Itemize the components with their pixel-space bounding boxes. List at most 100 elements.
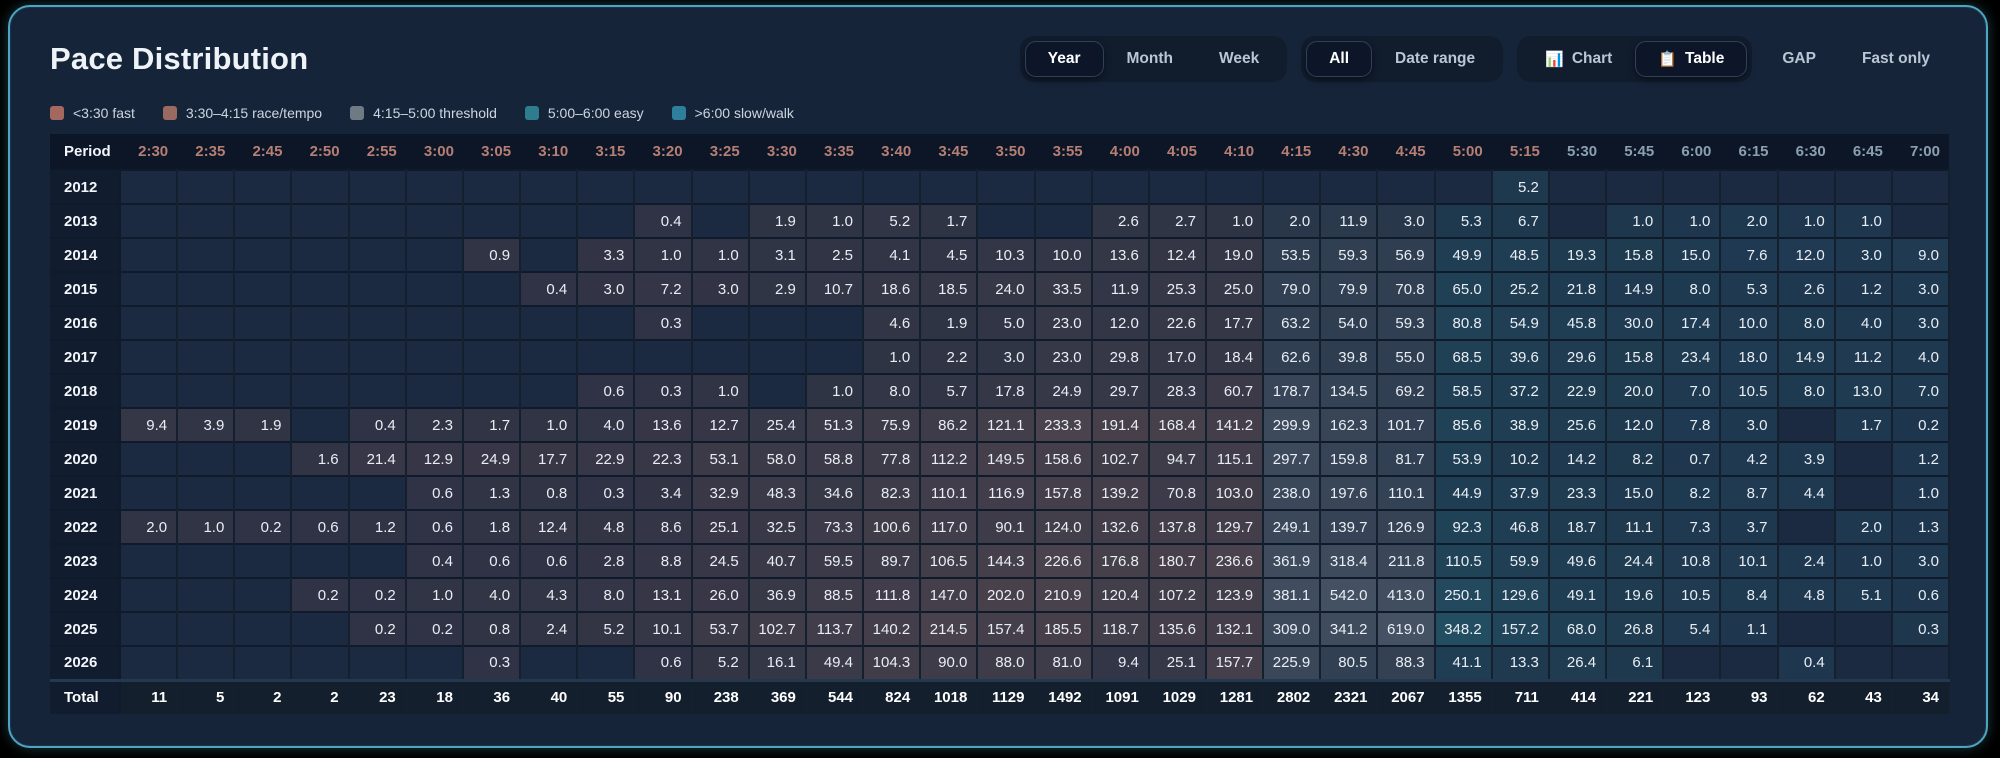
pace-cell: 11.1: [1606, 509, 1665, 544]
pace-cell: [691, 305, 750, 340]
pace-cell: 159.8: [1320, 441, 1379, 476]
pace-cell: [1891, 169, 1951, 204]
period-option-week[interactable]: Week: [1196, 41, 1282, 77]
view-option-chart[interactable]: 📊 Chart: [1522, 41, 1635, 77]
fast-only-button[interactable]: Fast only: [1846, 41, 1946, 77]
pace-cell: 202.0: [977, 577, 1036, 612]
range-option-label: All: [1329, 50, 1350, 68]
pace-cell: [462, 169, 522, 204]
pace-cell: [1148, 169, 1207, 204]
pace-cell: 49.9: [1434, 237, 1493, 272]
pace-cell: 2.3: [405, 407, 464, 442]
pace-cell: [177, 237, 236, 272]
legend-swatch-slow: [671, 106, 686, 120]
pace-cell: 1.0: [805, 203, 865, 238]
pace-cell: 41.1: [1434, 645, 1493, 680]
pace-cell: 15.8: [1606, 339, 1665, 374]
range-option-date-range[interactable]: Date range: [1372, 41, 1498, 77]
pace-cell: 81.7: [1377, 441, 1436, 476]
pace-cell: [234, 169, 293, 204]
pace-cell: [177, 577, 236, 612]
pace-cell: [1834, 611, 1893, 646]
pace-cell: 8.2: [1606, 441, 1665, 476]
pace-cell: 3.0: [1377, 203, 1436, 238]
pace-cell: 157.4: [977, 611, 1036, 646]
pace-cell: 134.5: [1320, 373, 1379, 408]
pace-cell: 5.1: [1834, 577, 1893, 612]
period-option-month[interactable]: Month: [1104, 41, 1196, 77]
pace-cell: 75.9: [863, 407, 922, 442]
pace-cell: 226.6: [1034, 543, 1093, 578]
pace-cell: [863, 169, 922, 204]
pace-cell: [120, 373, 179, 408]
pace-cell: 2: [291, 678, 350, 714]
col-header-3:40: 3:40: [863, 134, 921, 170]
pace-cell: 2.4: [1777, 543, 1836, 578]
pace-cell: 101.7: [1377, 407, 1436, 442]
pace-cell: 17.8: [977, 373, 1036, 408]
pace-cell: 17.0: [1148, 339, 1207, 374]
pace-cell: 7.6: [1720, 237, 1779, 272]
pace-cell: [234, 543, 293, 578]
pace-cell: 17.7: [520, 441, 579, 476]
pace-cell: [234, 271, 293, 306]
pace-cell: 1.9: [234, 407, 293, 442]
pace-cell: 8.4: [1720, 577, 1779, 612]
pace-cell: 90: [634, 678, 693, 714]
view-option-table[interactable]: 📋 Table: [1635, 41, 1748, 77]
pace-cell: [1777, 509, 1836, 544]
table-row-2025: 2025 0.2 0.2 0.8 2.4 5.2 10.1 53.7 102.7 113.7 140…: [50, 611, 1951, 646]
pace-cell: 26.0: [691, 577, 750, 612]
pace-cell: 132.1: [1205, 611, 1265, 646]
pace-cell: 116.9: [977, 475, 1036, 510]
pace-cell: 2.9: [748, 271, 807, 306]
pace-cell: 4.8: [1777, 577, 1836, 612]
col-header-4:30: 4:30: [1320, 134, 1378, 170]
pace-cell: 86.2: [920, 407, 979, 442]
pace-cell: [120, 645, 179, 680]
pace-cell: 24.5: [691, 543, 750, 578]
table-header-row: Period 2:30 2:35 2:45 2:50 2:55 3:00 3:05 3:10 3:…: [50, 134, 1949, 170]
range-option-all[interactable]: All: [1306, 41, 1373, 77]
pace-cell: [177, 373, 236, 408]
pace-cell: 1.3: [462, 475, 522, 510]
pace-cell: [805, 305, 865, 340]
pace-cell: 8.6: [634, 509, 693, 544]
pace-cell: 5.2: [577, 611, 636, 646]
pace-cell: [234, 611, 293, 646]
pace-cell: 55: [577, 678, 636, 714]
pace-cell: 2.5: [805, 237, 865, 272]
table-icon: 📋: [1658, 50, 1678, 68]
period-option-year[interactable]: Year: [1024, 41, 1104, 77]
pace-cell: 1.2: [1834, 271, 1893, 306]
pace-cell: 2.6: [1091, 203, 1150, 238]
pace-cell: 25.2: [1491, 271, 1550, 306]
col-header-6:15: 6:15: [1720, 134, 1778, 170]
pace-cell: 93: [1720, 678, 1779, 714]
pace-cell: 299.9: [1263, 407, 1322, 442]
card-header: Pace Distribution Year Month Week All Date …: [10, 7, 1986, 85]
pace-cell: 59.3: [1320, 237, 1379, 272]
pace-cell: [348, 169, 407, 204]
legend-swatch-threshold: [350, 106, 365, 120]
pace-cell: [291, 271, 350, 306]
pace-cell: 18.5: [920, 271, 979, 306]
pace-cell: 4.0: [577, 407, 636, 442]
pace-cell: [1205, 169, 1265, 204]
pace-cell: 7.8: [1663, 407, 1722, 442]
pace-cell: 225.9: [1263, 645, 1322, 680]
pace-cell: 1.0: [634, 237, 693, 272]
pace-cell: 8.0: [1777, 373, 1836, 408]
pace-cell: 10.5: [1663, 577, 1722, 612]
pace-cell: 70.8: [1377, 271, 1436, 306]
pace-cell: 100.6: [863, 509, 922, 544]
pace-cell: 15.0: [1606, 475, 1665, 510]
table-row-2018: 2018 0.6 0.3 1.0 1.0 8.0 5.7 17.8 24.9 29.7 28.3 60…: [50, 373, 1951, 408]
table-row-2014: 2014 0.9 3.3 1.0 1.0 3.1 2.5 4.1 4.5 10.3 10.0 13.6…: [50, 237, 1951, 272]
gap-button[interactable]: GAP: [1766, 41, 1832, 77]
table-row-2017: 2017 1.0 2.2 3.0 23.0 29.8 17.0 18.4 62.6 39.8 55.…: [50, 339, 1951, 374]
pace-cell: 49.6: [1548, 543, 1608, 578]
pace-cell: [577, 339, 636, 374]
pace-cell: 58.5: [1434, 373, 1493, 408]
pace-cell: 73.3: [805, 509, 865, 544]
